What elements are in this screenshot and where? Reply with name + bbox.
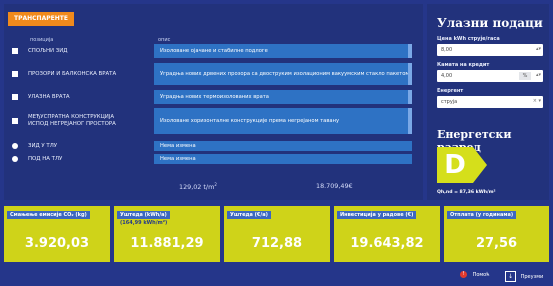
area-total-value: 129,02	[179, 183, 204, 192]
card-value: 11.881,29	[130, 236, 204, 251]
energy-class-arrow	[473, 147, 487, 183]
dropdown-handle[interactable]	[408, 63, 412, 85]
field-label: Енергент	[437, 88, 464, 94]
spinner-icon[interactable]: ▴▾	[536, 46, 541, 52]
input-panel: Улазни подаци Цена kWh струје/гаса 8,00 …	[427, 4, 549, 200]
investment-card: Инвестиција у радове (€) 19.643,82	[334, 206, 440, 262]
tab-transparent[interactable]: ТРАНСПАРЕНТЕ	[8, 12, 74, 26]
table-row[interactable]: МЕЂУСПРАТНА КОНСТРУКЦИЈА ИСПОД НЕГРЕЈАНО…	[8, 108, 423, 134]
card-label: Уштеда (€/a)	[227, 211, 271, 219]
chevron-down-icon[interactable]: × ▾	[533, 98, 541, 104]
download-button[interactable]: ↓ Преузми	[505, 271, 543, 282]
cost-total: 18.709,49€	[316, 182, 353, 190]
row-description-text: Уградња нових дрвених прозора са двостру…	[160, 70, 410, 77]
help-label: Помоћ	[472, 272, 490, 278]
price-field[interactable]: 8,00 ▴▾	[437, 44, 543, 56]
dropdown-handle[interactable]	[408, 44, 412, 58]
energy-source-value: струја	[441, 99, 458, 105]
col-header-position: позиција	[30, 37, 54, 43]
radio-button[interactable]	[12, 143, 18, 149]
dropdown-handle[interactable]	[408, 90, 412, 104]
energy-class-letter: D	[444, 150, 466, 180]
card-label: Отплата (у годинама)	[447, 211, 517, 219]
row-description[interactable]: Уградња нових термоизолованих врата	[154, 90, 412, 104]
checkbox[interactable]	[12, 48, 18, 54]
row-name: ПРОЗОРИ И БАЛКОНСКА ВРАТА	[28, 70, 117, 77]
interest-value: 4,00	[441, 73, 453, 79]
col-header-description: опис	[158, 37, 171, 43]
app-window: ТРАНСПАРЕНТЕ позиција опис СПОЉНИ ЗИД Из…	[0, 0, 553, 286]
energy-saving-card: Уштеда (kWh/a) (164,99 kWh/m²) 11.881,29	[114, 206, 220, 262]
row-description-text: Изоловане хоризонталне конструкције прем…	[160, 117, 340, 124]
price-value: 8,00	[441, 47, 453, 53]
checkbox[interactable]	[12, 71, 18, 77]
row-description[interactable]: Уградња нових дрвених прозора са двостру…	[154, 63, 412, 85]
download-label: Преузми	[520, 274, 544, 280]
card-label: Уштеда (kWh/a)	[117, 211, 170, 219]
dropdown-handle[interactable]	[408, 108, 412, 134]
card-value: 27,56	[475, 236, 518, 251]
row-description: Нема измена	[154, 154, 412, 164]
table-row[interactable]: ЗИД У ТЛУ Нема измена	[8, 141, 423, 151]
percent-unit: %	[519, 72, 531, 80]
row-name: МЕЂУСПРАТНА КОНСТРУКЦИЈА ИСПОД НЕГРЕЈАНО…	[28, 114, 116, 127]
table-row[interactable]: ПОД НА ТЛУ Нема измена	[8, 154, 423, 164]
payback-card: Отплата (у годинама) 27,56	[444, 206, 549, 262]
table-row[interactable]: СПОЉНИ ЗИД Изоловане ојачане и стабилне …	[8, 44, 423, 58]
row-name: УЛАЗНА ВРАТА	[28, 93, 70, 100]
interest-field[interactable]: 4,00 % ▴▾	[437, 70, 543, 82]
radio-button[interactable]	[12, 156, 18, 162]
card-label: Смањење емисије CO₂ (kg)	[7, 211, 90, 219]
row-description: Нема измена	[154, 141, 412, 151]
row-description-text: Нема измена	[160, 142, 196, 149]
row-description-text: Уградња нових термоизолованих врата	[160, 93, 269, 100]
row-name: ПОД НА ТЛУ	[28, 155, 63, 162]
card-value: 3.920,03	[24, 236, 90, 251]
card-value: 712,88	[251, 236, 303, 251]
energy-source-select[interactable]: струја × ▾	[437, 96, 543, 108]
field-label: Камата на кредит	[437, 62, 490, 68]
row-description[interactable]: Изоловане ојачане и стабилне подлоге	[154, 44, 412, 58]
field-label: Цена kWh струје/гаса	[437, 36, 500, 42]
help-button[interactable]: ! Помоћ	[460, 271, 490, 278]
area-total-unit-sup: 2	[214, 182, 217, 187]
row-name: СПОЉНИ ЗИД	[28, 47, 68, 54]
money-saving-card: Уштеда (€/a) 712,88	[224, 206, 330, 262]
card-label: Инвестиција у радове (€)	[337, 211, 417, 219]
qh-value: Qh,nd = 87,36 kWh/m²	[437, 190, 496, 195]
table-row[interactable]: УЛАЗНА ВРАТА Уградња нових термоизолован…	[8, 90, 423, 104]
spinner-icon[interactable]: ▴▾	[536, 72, 541, 78]
checkbox[interactable]	[12, 118, 18, 124]
row-name: ЗИД У ТЛУ	[28, 142, 58, 149]
card-sublabel: (164,99 kWh/m²)	[120, 220, 168, 226]
area-total: 129,02 t/m2	[179, 182, 217, 191]
row-description[interactable]: Изоловане хоризонталне конструкције прем…	[154, 108, 412, 134]
co2-card: Смањење емисије CO₂ (kg) 3.920,03	[4, 206, 110, 262]
energy-class-badge: D	[437, 147, 473, 183]
card-value: 19.643,82	[350, 236, 424, 251]
table-row[interactable]: ПРОЗОРИ И БАЛКОНСКА ВРАТА Уградња нових …	[8, 63, 423, 85]
checkbox[interactable]	[12, 94, 18, 100]
measures-panel: ТРАНСПАРЕНТЕ позиција опис СПОЉНИ ЗИД Из…	[4, 4, 423, 200]
download-icon: ↓	[505, 271, 516, 282]
panel-title: Улазни подаци	[437, 16, 543, 30]
row-description-text: Нема измена	[160, 155, 196, 162]
row-description-text: Изоловане ојачане и стабилне подлоге	[160, 47, 268, 54]
help-icon: !	[460, 271, 467, 278]
